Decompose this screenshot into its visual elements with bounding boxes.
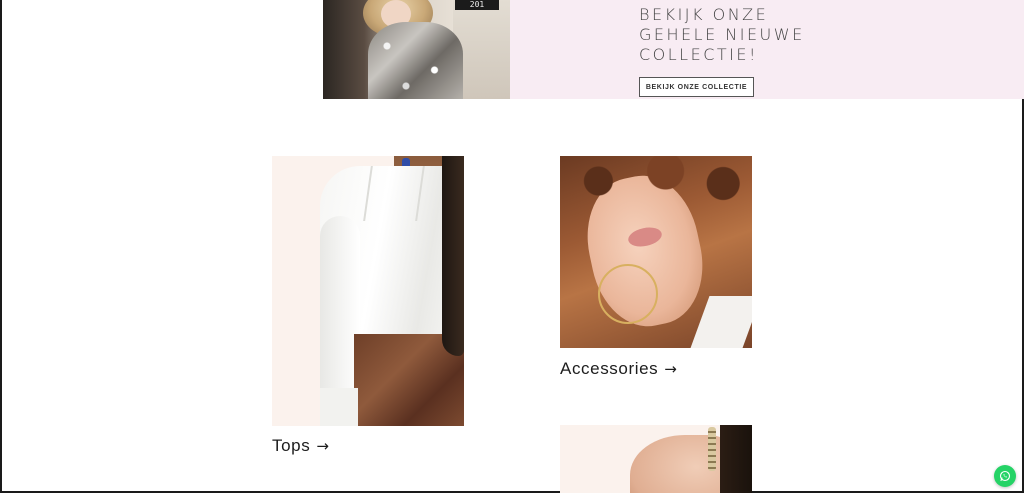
category-label-tops: Tops (272, 436, 311, 455)
model-hair (442, 156, 464, 356)
category-image-tops[interactable] (272, 156, 464, 426)
window-border-left (0, 0, 2, 493)
hoop-earring (598, 264, 658, 324)
whatsapp-icon (999, 470, 1011, 482)
hero-photo-sequin-jacket (368, 22, 463, 99)
hero-banner: 201 BEKIJK ONZE GEHELE NIEUWE COLLECTIE!… (323, 0, 1024, 99)
category-label-accessories: Accessories (560, 359, 659, 378)
model-hair (720, 425, 752, 493)
shirt-cuff (320, 388, 358, 426)
view-collection-button[interactable]: BEKIJK ONZE COLLECTIE (639, 77, 754, 97)
arrow-right-icon: → (316, 437, 330, 455)
hero-title: BEKIJK ONZE GEHELE NIEUWE COLLECTIE! (639, 5, 805, 64)
model-curly-hair (560, 156, 752, 206)
drop-earring (708, 427, 716, 471)
shirt-collar (363, 166, 425, 221)
arrow-right-icon: → (664, 360, 678, 378)
category-image-accessories[interactable] (560, 156, 752, 348)
hero-photo: 201 (323, 0, 510, 99)
category-link-accessories[interactable]: Accessories → (560, 359, 677, 379)
hero-photo-plate: 201 (455, 0, 499, 10)
category-link-tops[interactable]: Tops → (272, 436, 329, 456)
model-shirt (690, 296, 752, 348)
category-image-jewelry[interactable] (560, 425, 752, 493)
whatsapp-chat-button[interactable] (994, 465, 1016, 487)
